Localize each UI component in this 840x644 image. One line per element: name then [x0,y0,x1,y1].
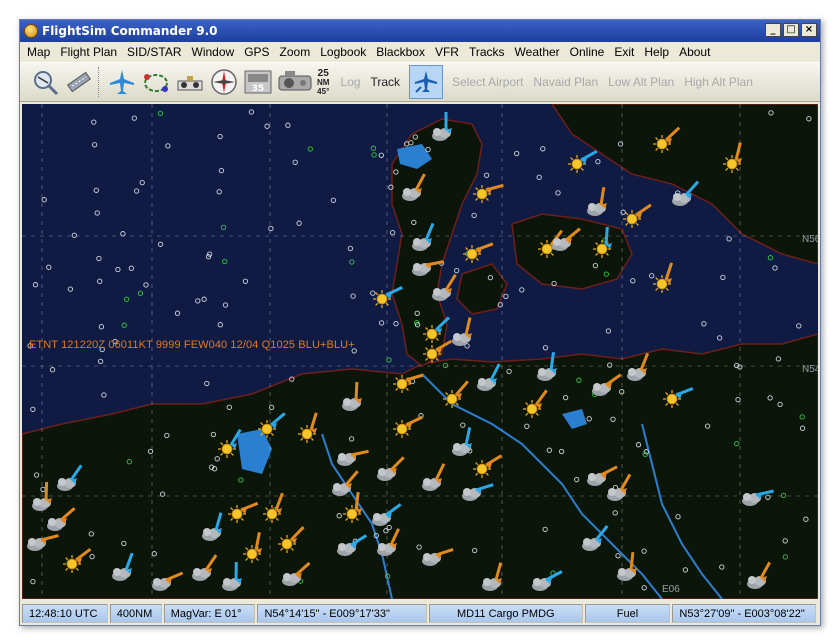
maximize-button[interactable]: □ [783,23,799,37]
log-button[interactable]: Log [340,75,360,89]
camera-icon[interactable] [277,67,313,97]
metar-report: ETNT 121220Z 06011KT 9999 FEW040 12/04 Q… [29,339,355,351]
track-aircraft-button[interactable] [409,65,444,99]
grid-label-n56: N56 [802,234,818,245]
menu-about[interactable]: About [674,42,715,62]
range-indicator[interactable]: 25 NM 45° [317,67,330,96]
track-button[interactable]: Track [370,75,400,89]
altitude-icon[interactable]: 35 [243,67,273,97]
select-airport-button[interactable]: Select Airport [452,75,523,89]
menu-bar: Map Flight Plan SID/STAR Window GPS Zoom… [20,42,820,62]
vor-dme-icon[interactable] [175,67,205,97]
status-aircraft: MD11 Cargo PMDG [429,604,583,623]
menu-zoom[interactable]: Zoom [275,42,316,62]
menu-help[interactable]: Help [639,42,674,62]
menu-sid-star[interactable]: SID/STAR [122,42,186,62]
minimize-button[interactable]: _ [765,23,781,37]
menu-exit[interactable]: Exit [609,42,639,62]
grid-label-e06: E06 [662,584,680,595]
menu-window[interactable]: Window [187,42,240,62]
status-time: 12:48:10 UTC [22,604,108,623]
airport-search-icon[interactable] [30,67,60,97]
range-unit: NM [317,77,330,87]
status-bar: 12:48:10 UTC 400NM MagVar: E 01° N54°14'… [20,602,820,625]
window-title: FlightSim Commander 9.0 [42,24,218,38]
title-bar[interactable]: FlightSim Commander 9.0 _ □ × [20,20,820,42]
status-range: 400NM [109,604,162,623]
menu-blackbox[interactable]: Blackbox [371,42,430,62]
status-fuel: Fuel [584,604,671,623]
window-controls: _ □ × [765,23,817,37]
menu-online[interactable]: Online [565,42,610,62]
menu-logbook[interactable]: Logbook [315,42,371,62]
map-canvas: N56 N54 E06 [22,104,818,599]
range-value: 25 [317,67,329,79]
status-position: N54°14'15" - E009°17'33" [257,604,427,623]
runway-icon[interactable] [64,67,94,97]
status-magvar: MagVar: E 01° [163,604,256,623]
low-alt-plan-button[interactable]: Low Alt Plan [608,75,674,89]
navaid-plan-button[interactable]: Navaid Plan [533,75,598,89]
toolbar-separator [98,67,101,97]
status-cursor-position: N53°27'09" - E003°08'22" [672,604,817,623]
app-logo-icon [24,24,38,38]
map-view[interactable]: N56 N54 E06 ETNT 121220Z 06011KT 9999 FE… [22,104,818,599]
menu-map[interactable]: Map [22,42,55,62]
menu-weather[interactable]: Weather [510,42,565,62]
menu-gps[interactable]: GPS [239,42,274,62]
compass-icon[interactable] [209,67,239,97]
high-alt-plan-button[interactable]: High Alt Plan [684,75,753,89]
close-button[interactable]: × [801,23,817,37]
route-icon[interactable] [141,67,171,97]
menu-tracks[interactable]: Tracks [464,42,510,62]
grid-label-n54: N54 [802,364,818,375]
menu-flight-plan[interactable]: Flight Plan [55,42,122,62]
main-window: FlightSim Commander 9.0 _ □ × Map Flight… [19,19,821,626]
toolbar: 35 25 NM 45° Log Track Select Airport Na… [20,62,820,102]
menu-vfr[interactable]: VFR [430,42,464,62]
aircraft-track-icon [415,71,438,93]
altitude-badge: 35 [252,84,265,94]
heading-value: 45° [317,86,330,96]
aircraft-icon[interactable] [107,67,137,97]
